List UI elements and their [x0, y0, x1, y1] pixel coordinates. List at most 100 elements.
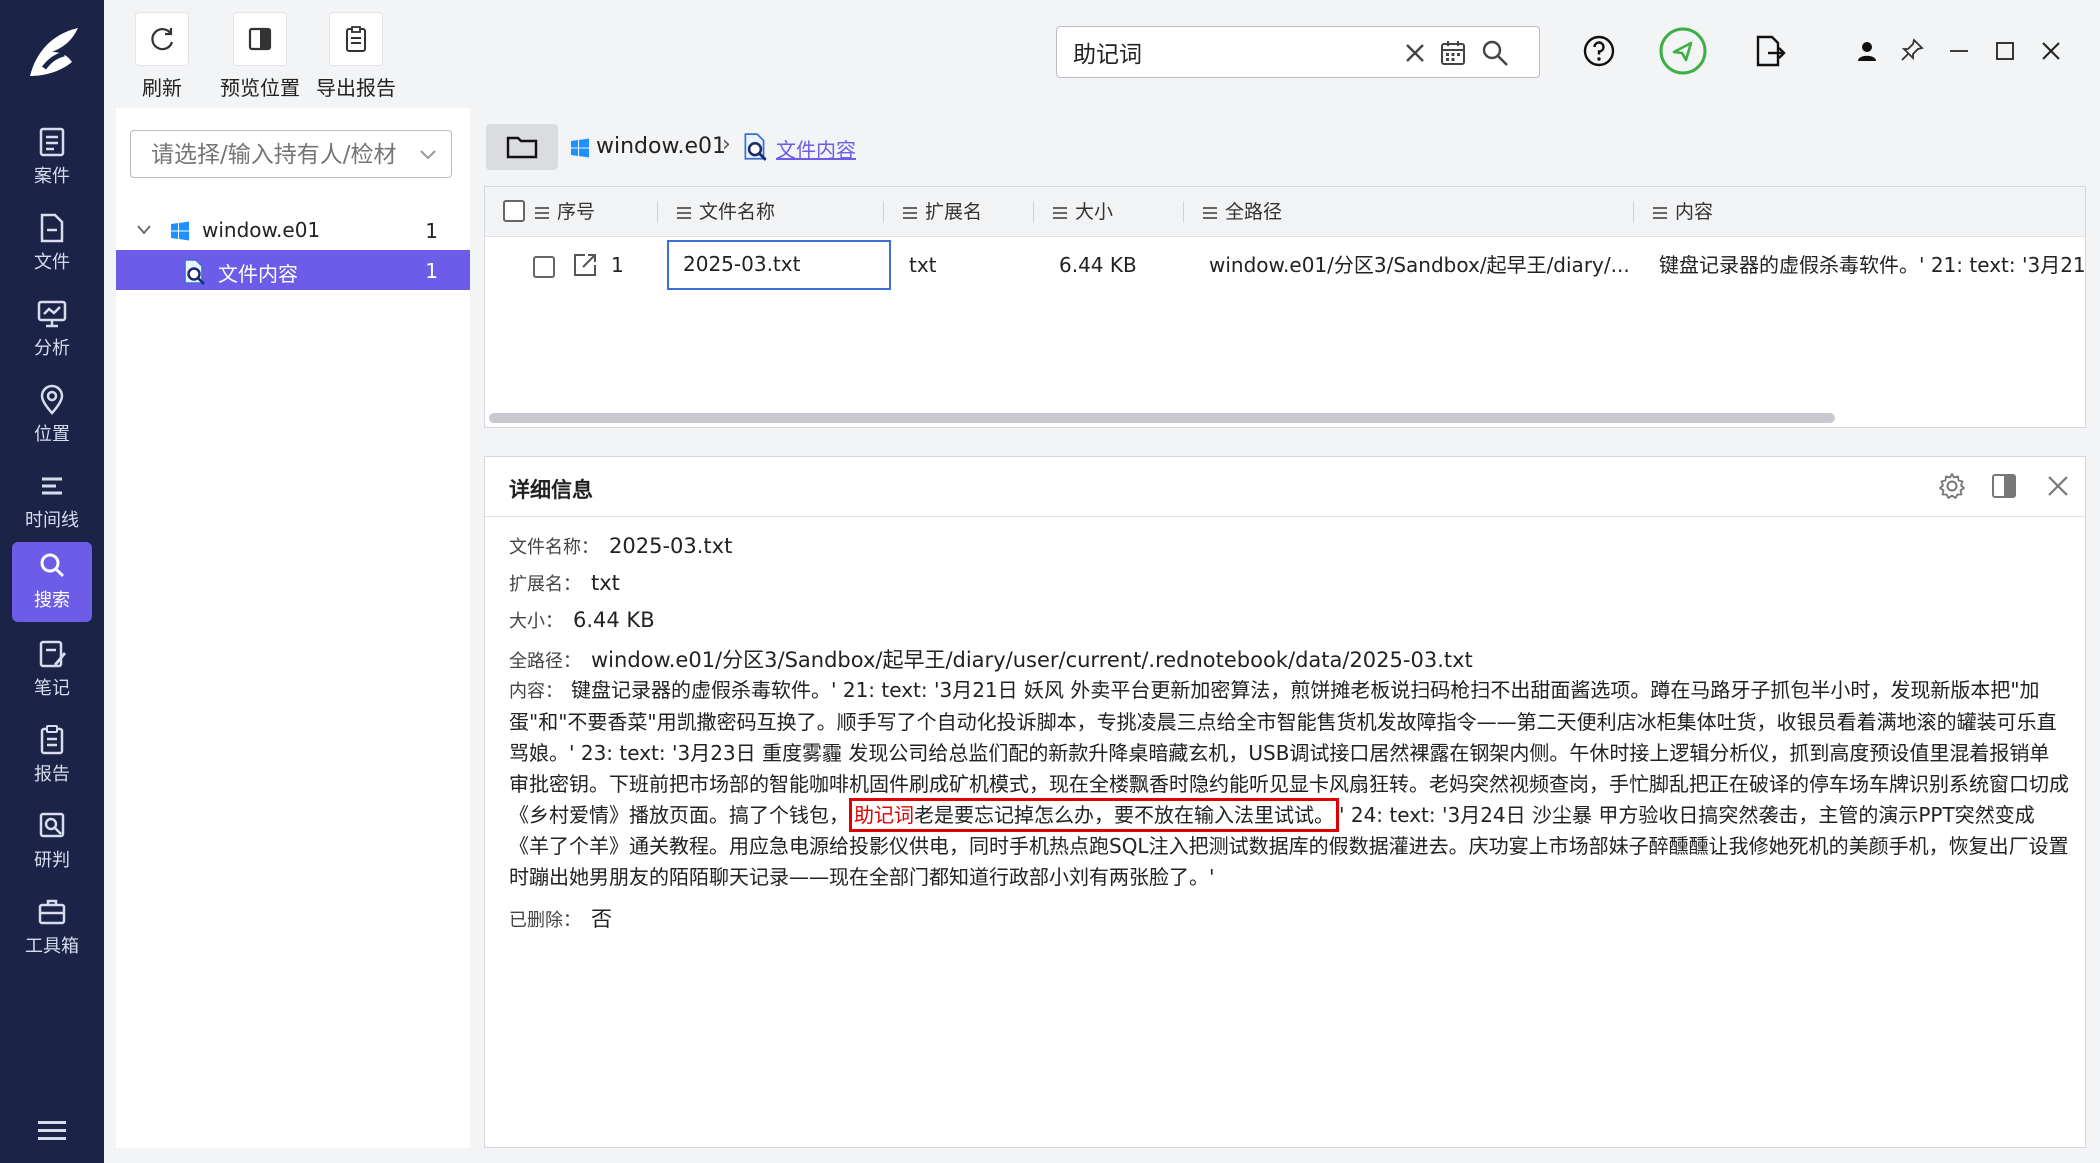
keyword-highlight-box: 助记词老是要忘记掉怎么办，要不放在输入法里试试。 [849, 798, 1339, 832]
row-checkbox[interactable] [533, 255, 555, 278]
detail-field-deleted: 已删除：否 [509, 907, 612, 931]
keyword-context: 老是要忘记掉怎么办，要不放在输入法里试试。 [914, 803, 1334, 827]
column-header-content[interactable]: 内容 [1653, 187, 1713, 237]
detail-name-value: 2025-03.txt [609, 534, 733, 558]
tree-item-count: 1 [425, 219, 438, 243]
nav-item-case[interactable]: 案件 [12, 118, 92, 198]
tree-item-count: 1 [425, 259, 438, 283]
column-header-path[interactable]: 全路径 [1203, 187, 1282, 237]
cell-ext: txt [909, 253, 937, 277]
column-header-size[interactable]: 大小 [1053, 187, 1113, 237]
close-panel-icon[interactable] [2043, 471, 2073, 501]
chevron-down-icon[interactable] [136, 224, 152, 236]
table-row[interactable]: 1 2025-03.txt txt 6.44 KB window.e01/分区3… [485, 237, 2085, 293]
detail-field-size: 大小： 6.44 KB [509, 608, 655, 632]
app-logo-icon [30, 28, 78, 76]
close-icon[interactable] [2040, 40, 2062, 62]
detail-field-ext: 扩展名： txt [509, 571, 620, 595]
nav-label: 案件 [34, 166, 70, 187]
nav-item-file[interactable]: 文件 [12, 204, 92, 284]
tree-item-label: 文件内容 [218, 262, 298, 286]
select-all-checkbox[interactable] [503, 200, 525, 222]
preview-panel-icon [248, 27, 272, 51]
clear-icon[interactable] [1401, 39, 1429, 67]
minimize-icon[interactable] [1948, 40, 1970, 62]
preview-position-button[interactable]: 预览位置 [214, 12, 306, 101]
breadcrumb-root[interactable]: window.e01 [596, 134, 726, 159]
tree-item-file-content[interactable]: 文件内容 1 [116, 250, 470, 290]
nav-item-analysis[interactable]: 分析 [12, 290, 92, 370]
detail-deleted-value: 否 [591, 907, 612, 931]
folder-button[interactable] [486, 124, 558, 170]
nav-item-search[interactable]: 搜索 [12, 542, 92, 622]
detail-panel: 详细信息 文件名称： 2025-03.txt 扩展名： txt 大小： 6.44 KB… [484, 456, 2086, 1148]
timeline-icon [42, 477, 62, 495]
cell-content: 键盘记录器的虚假杀毒软件。' 21: text: '3月21日 [1659, 253, 2085, 277]
cell-index: 1 [611, 253, 624, 277]
left-nav: 案件 文件 分析 位置 时间线 搜索 笔记 报告 研判 工具箱 [0, 0, 104, 1163]
holder-select[interactable] [130, 130, 452, 178]
breadcrumb-current[interactable]: 文件内容 [776, 134, 856, 163]
open-external-icon[interactable] [571, 251, 599, 279]
table-header: 序号 文件名称 扩展名 大小 全路径 内容 [485, 187, 2085, 237]
detail-ext-value: txt [591, 571, 620, 595]
nav-item-location[interactable]: 位置 [12, 376, 92, 456]
tree-item-window-e01[interactable]: window.e01 1 [116, 210, 470, 250]
export-file-icon[interactable] [1752, 34, 1786, 68]
evidence-tree-panel: window.e01 1 文件内容 1 [116, 108, 470, 1148]
settings-icon[interactable] [1937, 471, 1967, 501]
nav-label: 笔记 [34, 678, 70, 699]
shield-status-icon[interactable] [1658, 26, 1708, 76]
toolbox-icon [38, 899, 66, 925]
cell-name[interactable]: 2025-03.txt [667, 240, 891, 290]
detail-field-path: 全路径： window.e01/分区3/Sandbox/起早王/diary/use… [509, 648, 1473, 672]
help-icon[interactable] [1582, 34, 1616, 68]
horizontal-scrollbar[interactable] [489, 413, 1835, 423]
search-icon[interactable] [1481, 39, 1509, 67]
export-report-icon [346, 26, 366, 52]
judge-icon [39, 812, 65, 838]
refresh-icon [151, 28, 174, 51]
folder-icon [506, 136, 538, 159]
detail-path-value: window.e01/分区3/Sandbox/起早王/diary/user/cu… [591, 648, 1473, 672]
pin-icon[interactable] [1900, 38, 1924, 62]
chevron-down-icon [420, 150, 436, 160]
detail-field-content: 内容： 键盘记录器的虚假杀毒软件。' 21: text: '3月21日 妖风 外卖… [509, 678, 2069, 889]
nav-label: 报告 [34, 764, 70, 785]
search-input[interactable] [1073, 37, 1373, 67]
nav-label: 分析 [34, 338, 70, 359]
maximize-icon[interactable] [1994, 40, 2016, 62]
top-toolbar: 刷新 预览位置 导出报告 [104, 0, 2100, 108]
column-header-ext[interactable]: 扩展名 [903, 187, 982, 237]
breadcrumb-separator: › [722, 132, 731, 157]
menu-icon[interactable] [38, 1121, 66, 1141]
export-report-button[interactable]: 导出报告 [310, 12, 402, 101]
nav-item-judge[interactable]: 研判 [12, 802, 92, 882]
nav-item-timeline[interactable]: 时间线 [12, 462, 92, 542]
file-icon [40, 213, 64, 243]
nav-item-report[interactable]: 报告 [12, 716, 92, 796]
file-search-icon [744, 133, 767, 161]
holder-select-input[interactable] [151, 141, 403, 169]
calendar-icon[interactable] [1439, 39, 1467, 67]
detail-title: 详细信息 [509, 478, 593, 502]
case-icon [39, 127, 65, 157]
column-header-index[interactable]: 序号 [535, 187, 595, 237]
nav-label: 工具箱 [25, 936, 79, 957]
cell-size: 6.44 KB [1059, 253, 1137, 277]
search-box [1056, 26, 1540, 78]
report-icon [40, 725, 64, 755]
cell-path: window.e01/分区3/Sandbox/起早王/diary/... [1209, 253, 1629, 277]
nav-label: 时间线 [25, 510, 79, 531]
detail-header: 详细信息 [485, 457, 2085, 517]
nav-label: 文件 [34, 252, 70, 273]
user-icon[interactable] [1856, 40, 1878, 62]
split-panel-icon[interactable] [1989, 471, 2019, 501]
location-icon [40, 384, 64, 415]
nav-item-toolbox[interactable]: 工具箱 [12, 888, 92, 968]
windows-icon [171, 221, 189, 241]
detail-field-name: 文件名称： 2025-03.txt [509, 534, 733, 558]
column-header-name[interactable]: 文件名称 [677, 187, 775, 237]
refresh-button[interactable]: 刷新 [134, 12, 190, 101]
nav-item-note[interactable]: 笔记 [12, 630, 92, 710]
